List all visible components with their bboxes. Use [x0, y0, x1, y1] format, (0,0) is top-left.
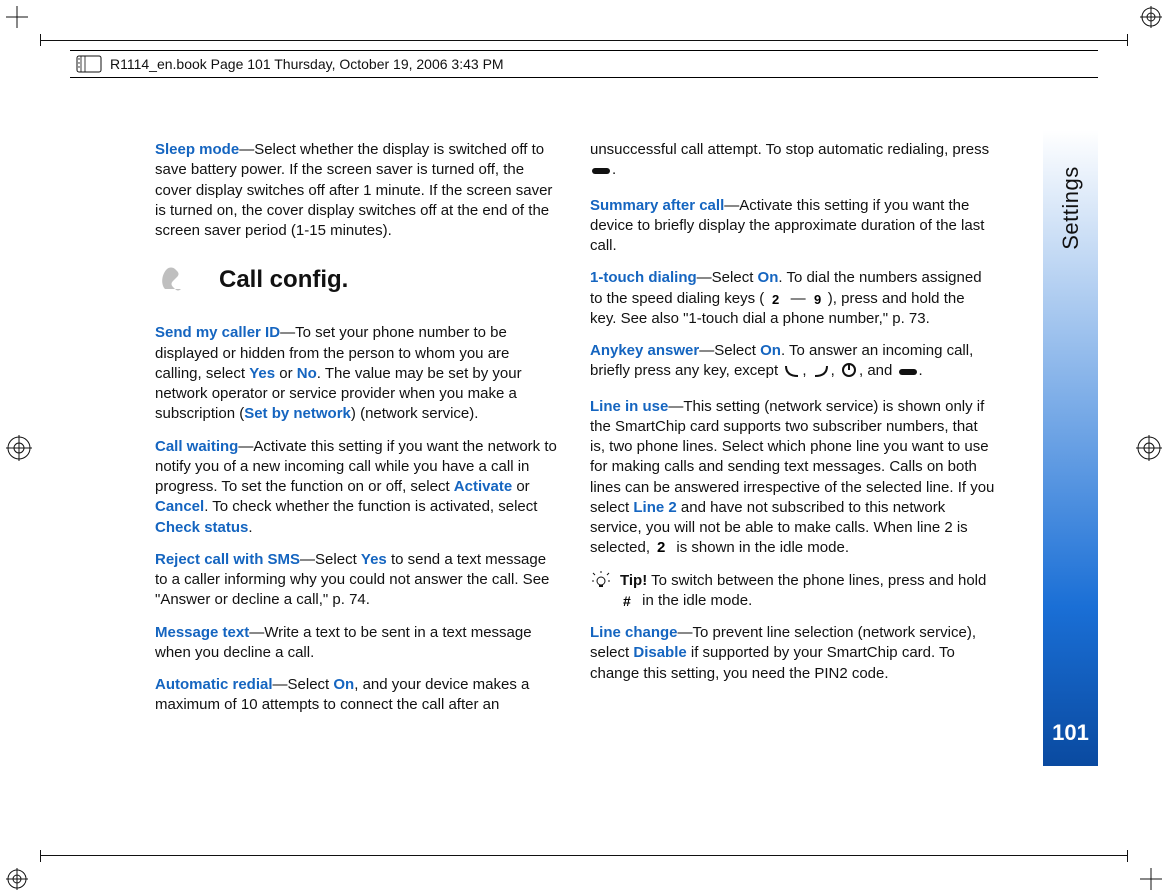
- tip-row: Tip! To switch between the phone lines, …: [590, 571, 995, 612]
- opt-line2: Line 2: [633, 499, 676, 516]
- crop-mark-top-right: [1140, 6, 1162, 28]
- svg-text:2: 2: [657, 539, 665, 555]
- text: To switch between the phone lines, press…: [647, 572, 986, 589]
- text: .: [612, 161, 616, 178]
- para-line-change: Line change—To prevent line selection (n…: [590, 623, 995, 684]
- column-right: unsuccessful call attempt. To stop autom…: [590, 140, 995, 776]
- term-call-waiting: Call waiting: [155, 438, 238, 455]
- column-left: Sleep mode—Select whether the display is…: [155, 140, 560, 776]
- frame-tick: [40, 850, 41, 862]
- opt-on: On: [333, 676, 354, 693]
- left-softkey-icon: [784, 364, 800, 384]
- text: . To check whether the function is activ…: [204, 498, 537, 515]
- text: —Select: [300, 551, 361, 568]
- right-softkey-icon: [813, 364, 829, 384]
- spiral-book-icon: [76, 55, 102, 73]
- tip-lightbulb-icon: [592, 571, 610, 612]
- side-glyph-right: [1136, 435, 1162, 461]
- para-anykey-answer: Anykey answer—Select On. To answer an in…: [590, 341, 995, 385]
- term-auto-redial: Automatic redial: [155, 676, 273, 693]
- text: —Select: [699, 342, 760, 359]
- para-auto-redial-cont: unsuccessful call attempt. To stop autom…: [590, 140, 995, 184]
- side-tab-label: Settings: [1058, 166, 1084, 250]
- page-number: 101: [1052, 720, 1089, 746]
- side-glyph-left: [6, 435, 32, 461]
- term-send-caller-id: Send my caller ID: [155, 324, 280, 341]
- para-summary-after-call: Summary after call—Activate this setting…: [590, 196, 995, 257]
- phone-icon: [155, 259, 197, 301]
- crop-mark-top-left: [6, 6, 28, 28]
- opt-check-status: Check status: [155, 519, 248, 536]
- key-9-icon: 9: [812, 292, 826, 306]
- section-title: Call config.: [219, 264, 348, 296]
- tip-label: Tip!: [620, 572, 647, 589]
- opt-cancel: Cancel: [155, 498, 204, 515]
- side-tab: Settings 101: [1043, 130, 1098, 766]
- section-call-config: Call config.: [155, 259, 560, 301]
- para-line-in-use: Line in use—This setting (network servic…: [590, 397, 995, 559]
- frame-tick: [1127, 34, 1128, 46]
- term-reject-call-sms: Reject call with SMS: [155, 551, 300, 568]
- power-key-icon: [841, 362, 857, 384]
- key-2-icon: 2: [770, 292, 784, 306]
- text: is shown in the idle mode.: [672, 539, 849, 556]
- opt-set-by-network: Set by network: [244, 405, 351, 422]
- opt-activate: Activate: [454, 478, 512, 495]
- hash-key-icon: #: [622, 594, 636, 608]
- term-sleep-mode: Sleep mode: [155, 141, 239, 158]
- term-line-in-use: Line in use: [590, 398, 668, 415]
- text: ,: [802, 362, 810, 379]
- end-key-icon: [899, 364, 917, 384]
- text: or: [512, 478, 530, 495]
- para-auto-redial: Automatic redial—Select On, and your dev…: [155, 675, 560, 716]
- svg-text:9: 9: [814, 292, 821, 306]
- content-area: Sleep mode—Select whether the display is…: [155, 140, 995, 776]
- text: .: [919, 362, 923, 379]
- term-anykey-answer: Anykey answer: [590, 342, 699, 359]
- para-one-touch-dialing: 1-touch dialing—Select On. To dial the n…: [590, 268, 995, 329]
- book-info-text: R1114_en.book Page 101 Thursday, October…: [110, 56, 504, 72]
- opt-on: On: [760, 342, 781, 359]
- term-one-touch-dialing: 1-touch dialing: [590, 269, 697, 286]
- opt-yes: Yes: [361, 551, 387, 568]
- text: unsuccessful call attempt. To stop autom…: [590, 141, 989, 158]
- frame-tick: [1127, 850, 1128, 862]
- opt-disable: Disable: [633, 644, 686, 661]
- text: or: [275, 365, 297, 382]
- text: ,: [831, 362, 839, 379]
- crop-mark-bottom-right: [1140, 868, 1162, 890]
- line2-indicator-icon: 2: [656, 539, 670, 555]
- text: in the idle mode.: [638, 592, 752, 609]
- term-line-change: Line change: [590, 624, 678, 641]
- para-reject-call-sms: Reject call with SMS—Select Yes to send …: [155, 550, 560, 611]
- para-call-waiting: Call waiting—Activate this setting if yo…: [155, 437, 560, 538]
- text: —Select: [697, 269, 758, 286]
- tip-body: Tip! To switch between the phone lines, …: [620, 571, 995, 612]
- svg-text:#: #: [623, 594, 631, 608]
- text: , and: [859, 362, 897, 379]
- frame-line-top: [40, 40, 1128, 41]
- text: .: [248, 519, 252, 536]
- text: ) (network service).: [351, 405, 479, 422]
- term-message-text: Message text: [155, 624, 249, 641]
- text: —Select: [273, 676, 334, 693]
- opt-on: On: [758, 269, 779, 286]
- para-sleep-mode: Sleep mode—Select whether the display is…: [155, 140, 560, 241]
- frame-line-bottom: [40, 855, 1128, 856]
- end-key-icon: [592, 163, 610, 183]
- opt-yes: Yes: [249, 365, 275, 382]
- crop-mark-bottom-left: [6, 868, 28, 890]
- book-info-bar: R1114_en.book Page 101 Thursday, October…: [70, 50, 1098, 78]
- para-message-text: Message text—Write a text to be sent in …: [155, 623, 560, 664]
- para-send-caller-id: Send my caller ID—To set your phone numb…: [155, 323, 560, 424]
- text: —: [786, 290, 809, 307]
- opt-no: No: [297, 365, 317, 382]
- term-summary-after-call: Summary after call: [590, 197, 724, 214]
- frame-tick: [40, 34, 41, 46]
- svg-text:2: 2: [772, 292, 779, 306]
